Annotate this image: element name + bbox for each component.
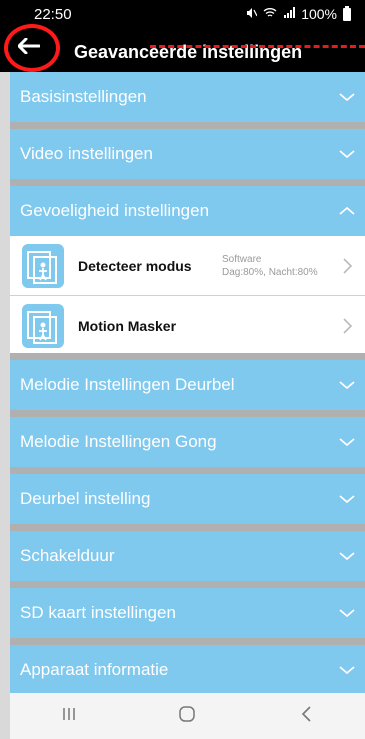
section-label: Gevoeligheid instellingen	[20, 201, 210, 220]
divider	[10, 638, 365, 645]
wifi-icon	[263, 6, 277, 22]
recent-apps-button[interactable]	[49, 696, 89, 736]
list-item-motion-masker[interactable]: Motion Masker	[10, 296, 365, 353]
section-label: Melodie Instellingen Gong	[20, 432, 217, 451]
recent-apps-icon	[61, 706, 77, 727]
list-item-detecteer-modus[interactable]: Detecteer modus Software Dag:80%, Nacht:…	[10, 236, 365, 296]
motion-detect-icon	[22, 304, 64, 348]
chevron-down-icon	[339, 89, 355, 105]
section-melodie-deurbel[interactable]: Melodie Instellingen Deurbel	[10, 360, 365, 417]
section-label: Deurbel instelling	[20, 489, 151, 508]
section-gevoeligheid[interactable]: Gevoeligheid instellingen	[10, 186, 365, 236]
status-time: 22:50	[34, 6, 72, 23]
section-header[interactable]: Basisinstellingen	[10, 72, 365, 122]
section-label: SD kaart instellingen	[20, 603, 176, 622]
back-button[interactable]	[10, 32, 48, 64]
home-icon	[178, 705, 196, 728]
list-item-label: Detecteer modus	[78, 258, 192, 274]
section-header[interactable]: Video instellingen	[10, 129, 365, 179]
section-header[interactable]: Melodie Instellingen Gong	[10, 417, 365, 467]
divider	[10, 410, 365, 417]
divider	[10, 467, 365, 474]
status-bar: 22:50 100%	[0, 0, 365, 32]
chevron-down-icon	[339, 377, 355, 393]
section-header[interactable]: Schakelduur	[10, 531, 365, 581]
chevron-up-icon	[339, 203, 355, 219]
page-title: Geavanceerde instellingen	[74, 42, 303, 62]
divider	[10, 122, 365, 129]
battery-icon	[343, 5, 351, 21]
section-header[interactable]: Deurbel instelling	[10, 474, 365, 524]
list-item-label: Motion Masker	[78, 318, 177, 334]
section-label: Video instellingen	[20, 144, 153, 163]
divider	[10, 179, 365, 186]
list-item-value: Software Dag:80%, Nacht:80%	[222, 253, 318, 279]
section-sd-kaart[interactable]: SD kaart instellingen	[10, 588, 365, 645]
app-header: 22:50 100% Geavanceerde instellingen	[0, 0, 365, 72]
chevron-down-icon	[339, 491, 355, 507]
section-header[interactable]: Apparaat informatie	[10, 645, 365, 695]
nav-back-icon	[300, 705, 312, 727]
section-header[interactable]: SD kaart instellingen	[10, 588, 365, 638]
chevron-down-icon	[339, 146, 355, 162]
value-line-2: Dag:80%, Nacht:80%	[222, 267, 318, 278]
divider	[10, 524, 365, 531]
chevron-right-icon	[343, 258, 353, 274]
nav-back-button[interactable]	[286, 696, 326, 736]
mute-icon	[245, 6, 258, 22]
section-header[interactable]: Gevoeligheid instellingen	[10, 186, 365, 236]
section-melodie-gong[interactable]: Melodie Instellingen Gong	[10, 417, 365, 474]
divider	[10, 581, 365, 588]
home-button[interactable]	[167, 696, 207, 736]
value-line-1: Software	[222, 254, 262, 265]
section-schakelduur[interactable]: Schakelduur	[10, 531, 365, 588]
section-label: Basisinstellingen	[20, 87, 147, 106]
chevron-down-icon	[339, 548, 355, 564]
chevron-right-icon	[343, 318, 353, 334]
section-video[interactable]: Video instellingen	[10, 129, 365, 186]
settings-list: Basisinstellingen Video instellingen Gev…	[10, 72, 365, 702]
system-nav-bar	[10, 693, 365, 739]
motion-detect-icon	[22, 244, 64, 288]
back-arrow-icon	[17, 37, 41, 59]
signal-icon	[283, 6, 296, 22]
section-label: Apparaat informatie	[20, 660, 169, 679]
chevron-down-icon	[339, 434, 355, 450]
status-icons: 100%	[245, 5, 351, 22]
divider	[10, 353, 365, 360]
battery-percent: 100%	[301, 6, 337, 22]
section-label: Schakelduur	[20, 546, 115, 565]
chevron-down-icon	[339, 662, 355, 678]
section-header[interactable]: Melodie Instellingen Deurbel	[10, 360, 365, 410]
section-label: Melodie Instellingen Deurbel	[20, 375, 235, 394]
section-basisinstellingen[interactable]: Basisinstellingen	[10, 72, 365, 129]
section-deurbel[interactable]: Deurbel instelling	[10, 474, 365, 531]
chevron-down-icon	[339, 605, 355, 621]
